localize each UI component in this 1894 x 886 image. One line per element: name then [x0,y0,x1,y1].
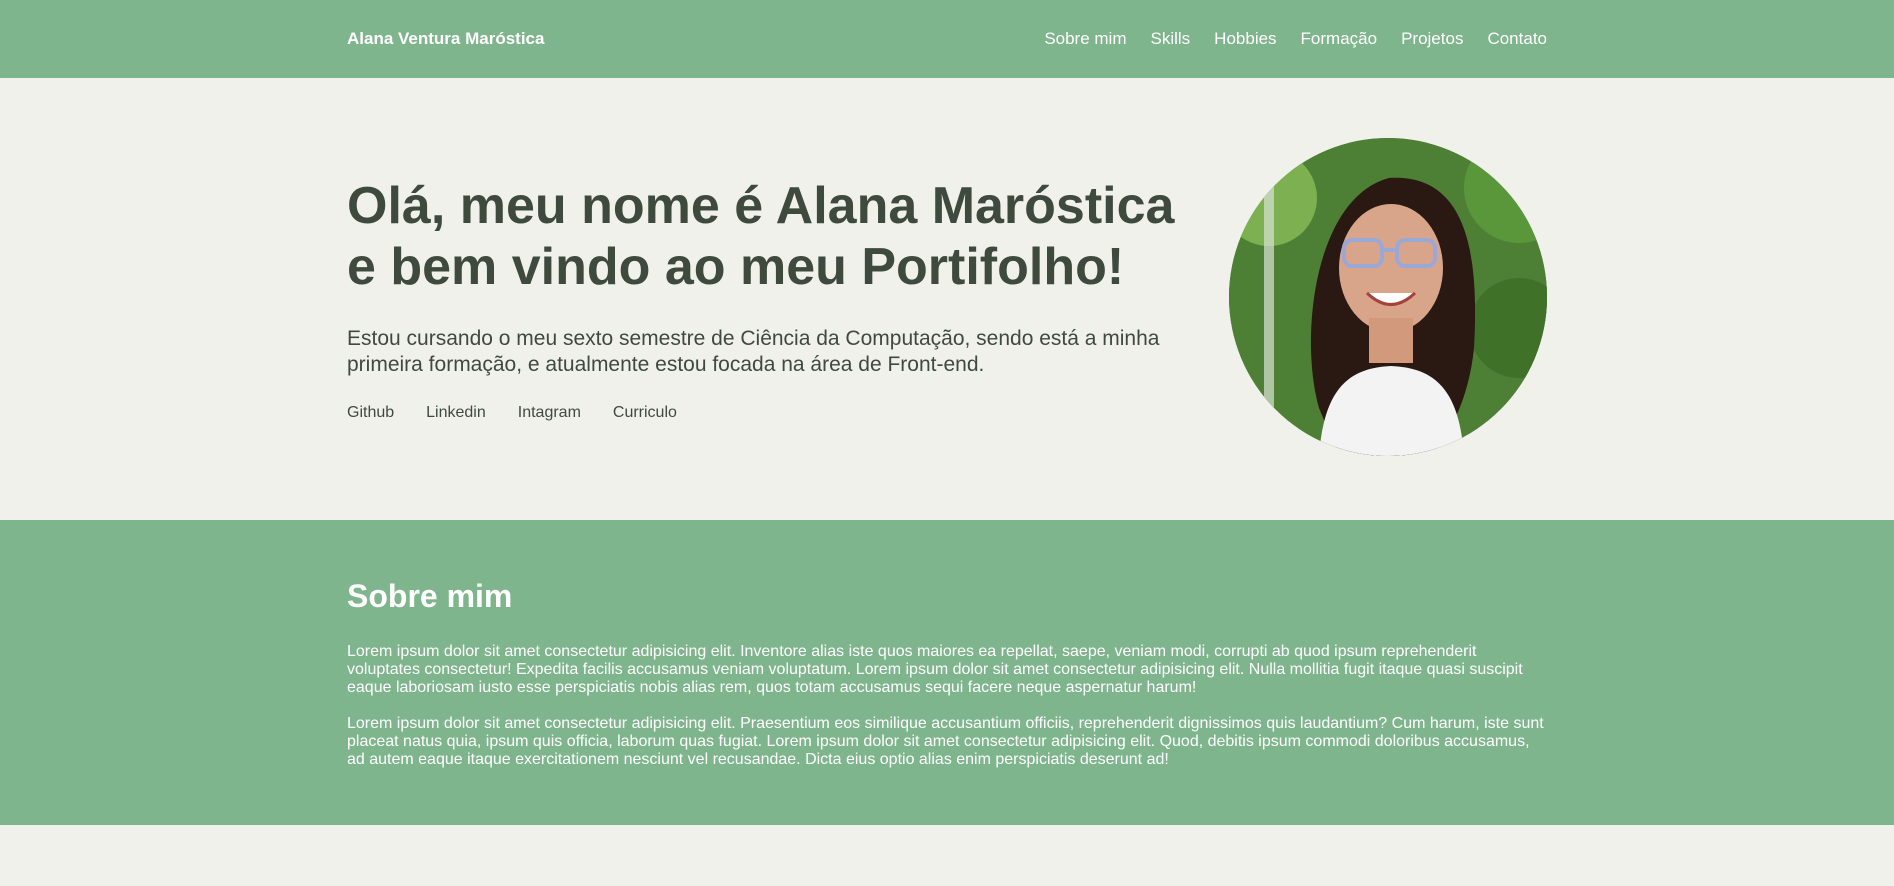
hero-text: Olá, meu nome é Alana Maróstica e bem vi… [347,176,1217,422]
about-paragraph-1: Lorem ipsum dolor sit amet consectetur a… [347,643,1523,696]
site-header: Alana Ventura Maróstica Sobre mim Skills… [0,0,1894,78]
hero-section: Olá, meu nome é Alana Maróstica e bem vi… [0,78,1894,520]
social-links: Github Linkedin Intagram Curriculo [347,404,1217,422]
about-paragraph-2: Lorem ipsum dolor sit amet consectetur a… [347,715,1544,768]
nav-link-contato[interactable]: Contato [1487,29,1547,49]
about-section: Sobre mim Lorem ipsum dolor sit amet con… [0,520,1894,825]
hero-subtitle: Estou cursando o meu sexto semestre de C… [347,327,1160,376]
profile-photo-illustration [1229,138,1547,456]
hero-title-line-1: Olá, meu nome é Alana Maróstica [347,177,1175,235]
curriculo-link[interactable]: Curriculo [613,404,677,422]
linkedin-link[interactable]: Linkedin [426,404,486,422]
hero-title-line-2: e bem vindo ao meu Portifolho! [347,238,1125,296]
about-title: Sobre mim [347,578,513,614]
hero-title: Olá, meu nome é Alana Maróstica e bem vi… [347,176,1217,298]
main-nav: Sobre mim Skills Hobbies Formação Projet… [1044,29,1547,49]
instagram-link[interactable]: Intagram [518,404,581,422]
profile-photo [1229,138,1547,456]
nav-link-hobbies[interactable]: Hobbies [1214,29,1276,49]
nav-link-formacao[interactable]: Formação [1301,29,1378,49]
nav-link-skills[interactable]: Skills [1151,29,1191,49]
site-brand[interactable]: Alana Ventura Maróstica [347,29,544,49]
nav-link-sobre-mim[interactable]: Sobre mim [1044,29,1126,49]
github-link[interactable]: Github [347,404,394,422]
nav-link-projetos[interactable]: Projetos [1401,29,1463,49]
